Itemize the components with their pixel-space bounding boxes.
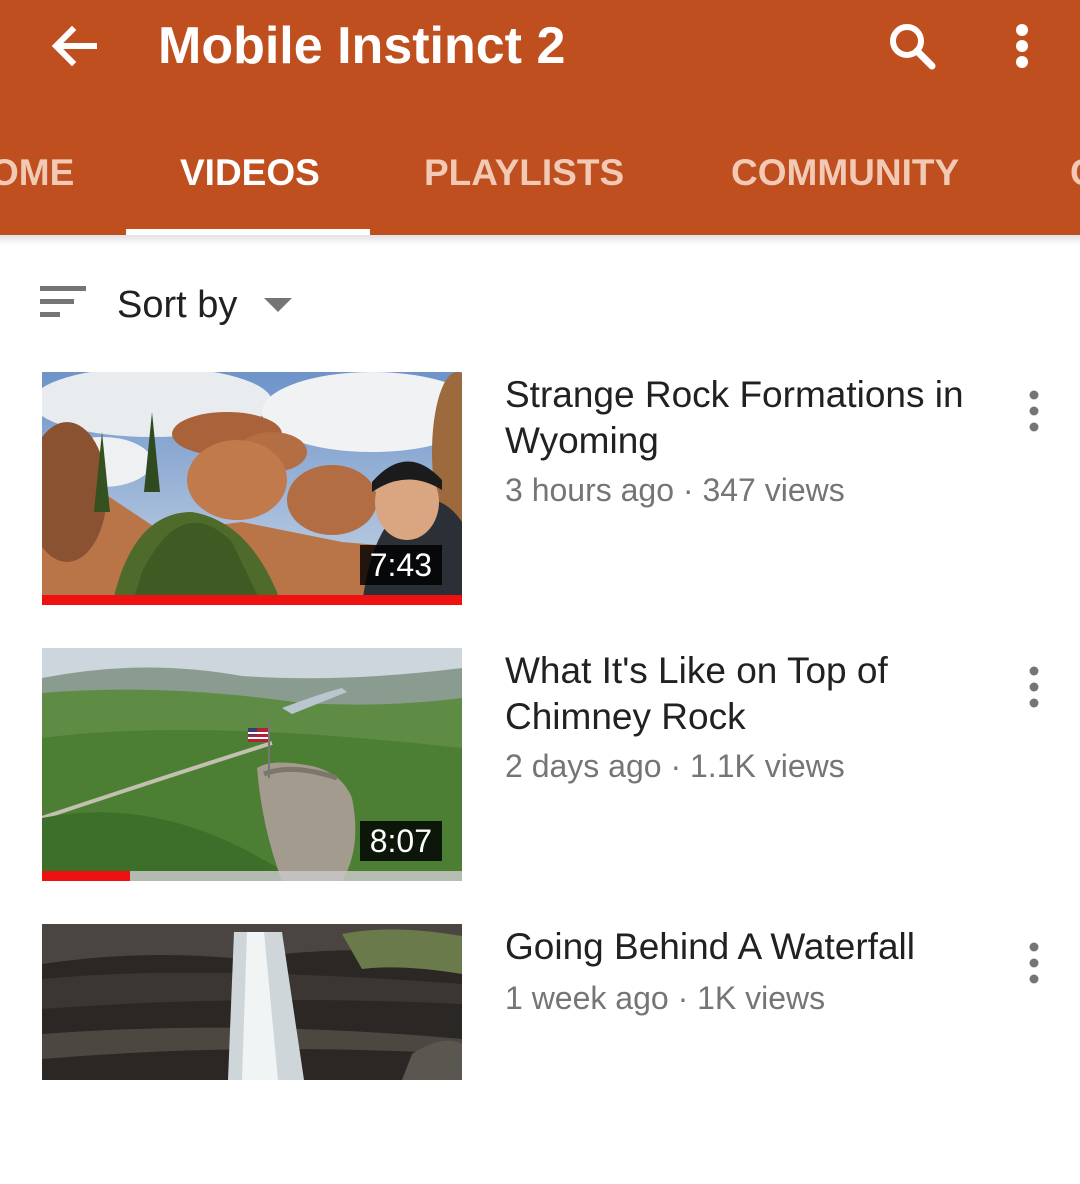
channel-title: Mobile Instinct 2 [158,17,566,75]
thumbnail-image [42,924,462,1080]
tab-playlists[interactable]: PLAYLISTS [424,148,624,198]
more-vertical-icon [1029,942,1039,984]
more-vertical-icon [1029,666,1039,708]
video-options-button[interactable] [1015,388,1053,434]
video-duration: 7:43 [359,545,442,585]
watch-progress-track [42,595,462,605]
video-thumbnail[interactable]: 8:07 [42,648,462,881]
search-icon [890,24,936,70]
tab-community[interactable]: COMMUNITY [731,148,959,198]
video-title[interactable]: Strange Rock Formations in Wyoming [505,372,975,464]
video-title[interactable]: Going Behind A Waterfall [505,924,975,970]
video-item: Going Behind A Waterfall 1 week ago · 1K… [0,924,1080,1184]
video-duration: 8:07 [359,821,442,861]
video-options-button[interactable] [1015,664,1053,710]
video-thumbnail[interactable]: 7:43 [42,372,462,605]
back-button[interactable] [42,14,106,78]
watch-progress-track [42,871,462,881]
tab-channels[interactable]: C [1070,148,1080,198]
app-bar-shadow [0,235,1080,245]
sort-by-dropdown[interactable]: Sort by [36,270,336,340]
tab-home[interactable]: OME [0,148,74,198]
video-meta: 1 week ago · 1K views [505,980,826,1016]
more-vertical-icon [1016,24,1028,68]
video-thumbnail[interactable] [42,924,462,1080]
video-item: 8:07 What It's Like on Top of Chimney Ro… [0,648,1080,908]
arrow-left-icon [51,25,97,67]
video-item: 7:43 Strange Rock Formations in Wyoming … [0,372,1080,632]
video-title[interactable]: What It's Like on Top of Chimney Rock [505,648,975,740]
tab-videos[interactable]: VIDEOS [180,148,320,198]
more-vertical-icon [1029,390,1039,432]
video-meta: 2 days ago · 1.1K views [505,748,845,784]
sort-icon [40,286,86,317]
video-options-button[interactable] [1015,940,1053,986]
watch-progress-fill [42,595,462,605]
watch-progress-fill [42,871,131,881]
sort-by-label: Sort by [117,284,238,326]
search-button[interactable] [880,14,944,78]
video-meta: 3 hours ago · 347 views [505,472,845,508]
more-options-button[interactable] [995,14,1049,78]
caret-down-icon [264,298,292,312]
app-bar: Mobile Instinct 2 OME VIDEOS PLAYLISTS C… [0,0,1080,235]
